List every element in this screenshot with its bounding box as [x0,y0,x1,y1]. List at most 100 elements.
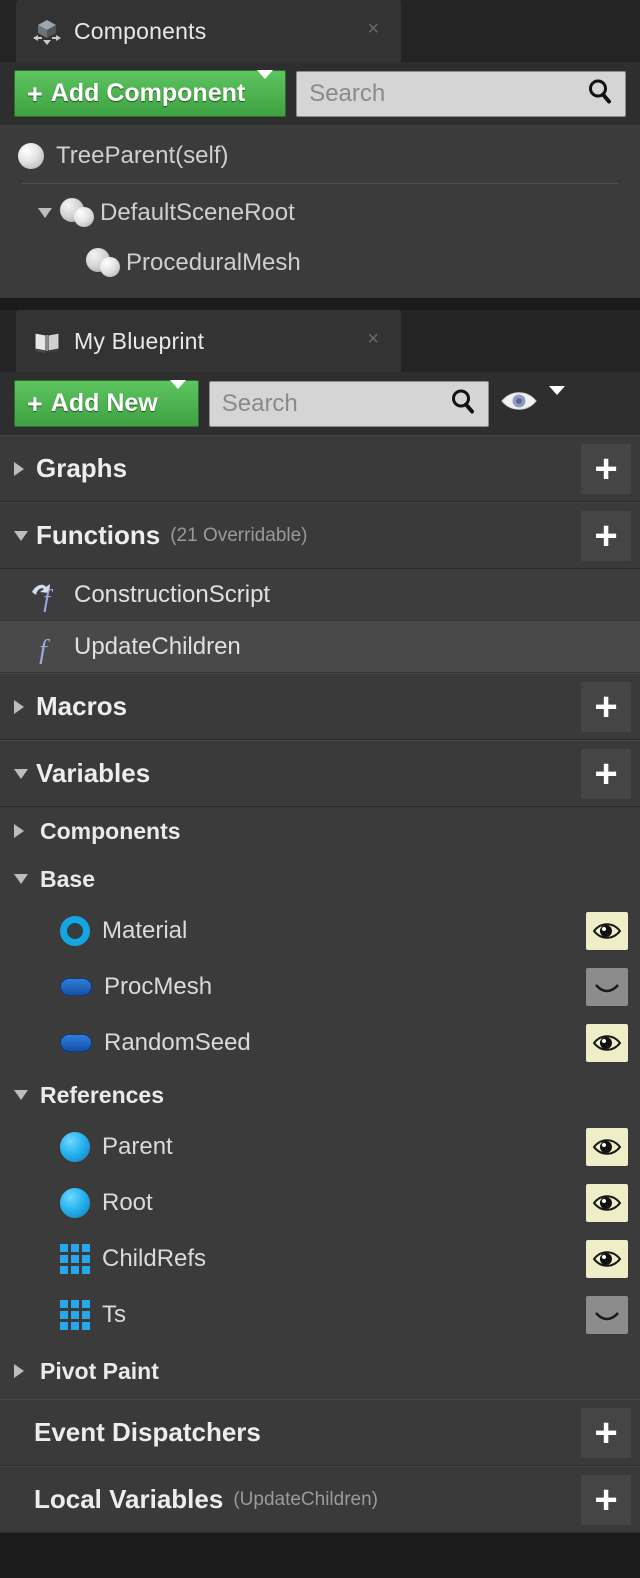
expander-collapsed-icon[interactable] [14,1364,36,1378]
close-icon[interactable]: × [367,19,379,39]
components-search-input[interactable]: Search [296,70,626,117]
visibility-toggle-visible-icon[interactable] [586,1240,628,1278]
add-local-variable-button[interactable]: + [580,1473,632,1526]
variable-label: ChildRefs [102,1245,207,1272]
components-search-placeholder: Search [309,79,386,107]
section-functions-subtitle: (21 Overridable) [170,524,308,546]
section-functions-label: Functions [36,520,161,550]
array-icon [60,1300,90,1330]
component-tree: TreeParent(self) DefaultSceneRoot Proced… [0,125,640,298]
function-label: ConstructionScript [74,580,271,608]
mesh-icon [86,248,122,278]
add-new-button[interactable]: + Add New [14,380,199,427]
search-icon [585,76,615,111]
visibility-toggle-visible-icon[interactable] [586,1184,628,1222]
component-label: TreeParent(self) [56,142,229,169]
section-local-variables-subtitle: (UpdateChildren) [233,1488,379,1510]
plus-icon: + [594,513,618,558]
variable-label: Parent [102,1133,173,1160]
variable-label: Material [102,917,188,944]
variable-label: Ts [102,1301,126,1328]
expander-collapsed-icon[interactable] [14,461,36,476]
variable-row-procmesh[interactable]: ProcMesh [0,959,640,1015]
variable-category-base[interactable]: Base [0,855,640,903]
component-tree-row-proceduralmesh[interactable]: ProceduralMesh [0,238,640,288]
visibility-toggle-hidden-icon[interactable] [586,968,628,1006]
tab-components[interactable]: Components × [16,0,401,62]
visibility-chevron-down-icon[interactable] [548,385,565,413]
section-variables-label: Variables [36,758,151,788]
visibility-eye-icon[interactable] [499,386,539,421]
add-component-label: Add Component [50,79,246,107]
variable-row-ts[interactable]: Ts [0,1287,640,1343]
svg-text:f: f [43,585,54,612]
myblueprint-toolbar: + Add New Search [0,372,640,435]
plus-icon: + [27,388,43,419]
component-tree-row-defaultsceneroot[interactable]: DefaultSceneRoot [0,188,640,238]
category-label: Pivot Paint [40,1357,159,1384]
section-macros[interactable]: Macros + [0,673,640,740]
add-macro-button[interactable]: + [580,680,632,733]
category-label: Components [40,817,181,844]
add-variable-button[interactable]: + [580,747,632,800]
variable-category-components[interactable]: Components [0,807,640,855]
variable-row-childrefs[interactable]: ChildRefs [0,1231,640,1287]
expander-expanded-icon[interactable] [14,768,36,779]
chevron-down-icon [169,380,186,418]
svg-text:f: f [39,635,50,664]
tree-separator [22,183,618,184]
variable-row-material[interactable]: Material [0,903,640,959]
variable-label: RandomSeed [104,1029,251,1056]
add-function-button[interactable]: + [580,509,632,562]
section-local-variables[interactable]: Local Variables (UpdateChildren) + [0,1466,640,1533]
visibility-toggle-visible-icon[interactable] [586,1128,628,1166]
list-item-constructionscript[interactable]: f ConstructionScript [0,569,640,621]
myblueprint-search-input[interactable]: Search [208,380,489,427]
section-macros-label: Macros [36,691,128,721]
object-pill-icon [60,1034,92,1052]
section-event-dispatchers[interactable]: Event Dispatchers + [0,1399,640,1466]
plus-icon: + [594,684,618,729]
expander-collapsed-icon[interactable] [14,824,36,838]
section-functions[interactable]: Functions (21 Overridable) + [0,502,640,569]
variable-row-randomseed[interactable]: RandomSeed [0,1015,640,1071]
add-event-dispatcher-button[interactable]: + [580,1406,632,1459]
object-ring-icon [60,916,90,946]
variable-category-pivot-paint[interactable]: Pivot Paint [0,1343,640,1399]
expander-expanded-icon[interactable] [38,208,60,218]
expander-expanded-icon[interactable] [14,874,36,884]
myblueprint-search-placeholder: Search [221,389,298,417]
expander-expanded-icon[interactable] [14,1090,36,1100]
tab-components-label: Components [74,17,207,44]
section-graphs[interactable]: Graphs + [0,435,640,502]
section-graphs-label: Graphs [36,453,128,483]
plus-icon: + [594,1410,618,1455]
category-label: Base [40,865,95,892]
variable-row-parent[interactable]: Parent [0,1119,640,1175]
tab-my-blueprint[interactable]: My Blueprint × [16,310,401,372]
components-tabstrip: Components × [0,0,640,62]
section-local-variables-label: Local Variables [34,1484,224,1514]
function-icon: f [30,630,64,666]
visibility-toggle-hidden-icon[interactable] [586,1296,628,1334]
list-item-updatechildren[interactable]: f UpdateChildren [0,621,640,673]
tab-my-blueprint-label: My Blueprint [74,327,205,354]
variable-category-references[interactable]: References [0,1071,640,1119]
plus-icon: + [27,78,43,109]
components-toolbar: + Add Component Search [0,62,640,125]
plus-icon: + [594,1477,618,1522]
add-component-button[interactable]: + Add Component [14,70,287,117]
section-variables[interactable]: Variables + [0,740,640,807]
visibility-toggle-visible-icon[interactable] [586,1024,628,1062]
search-icon [448,386,478,421]
array-icon [60,1244,90,1274]
variable-row-root[interactable]: Root [0,1175,640,1231]
component-tree-row-root[interactable]: TreeParent(self) [0,131,640,181]
expander-collapsed-icon[interactable] [14,699,36,714]
sphere-icon [18,143,44,169]
visibility-toggle-visible-icon[interactable] [586,912,628,950]
close-icon[interactable]: × [367,329,379,349]
expander-expanded-icon[interactable] [14,530,36,541]
add-graph-button[interactable]: + [580,442,632,495]
function-label: UpdateChildren [74,632,241,660]
